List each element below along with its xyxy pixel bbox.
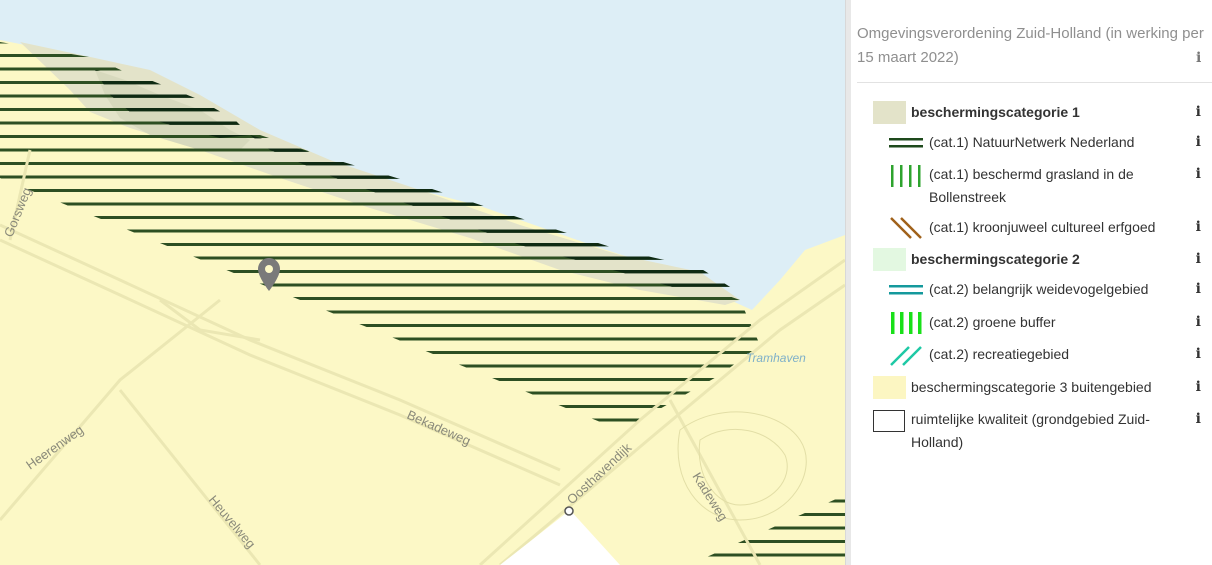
legend-item-label: beschermingscategorie 1 xyxy=(911,104,1080,120)
road-label-gorsweg: Gorsweg xyxy=(1,185,34,239)
horizontal-lines-icon xyxy=(889,138,923,148)
road-label-heerenweg: Heerenweg xyxy=(23,422,86,472)
info-icon[interactable]: i xyxy=(1196,311,1201,334)
legend-item-label: (cat.1) NatuurNetwerk Nederland xyxy=(929,134,1135,150)
info-icon[interactable]: i xyxy=(1196,163,1201,186)
legend-item-label: (cat.2) groene buffer xyxy=(929,314,1056,330)
map-node-marker xyxy=(564,506,574,516)
fill-swatch-icon xyxy=(873,376,906,399)
road-label-heuvelweg: Heuvelweg xyxy=(206,492,259,551)
legend-title-text: Omgevingsverordening Zuid-Holland (in we… xyxy=(857,25,1204,66)
legend-item-weidevogel: (cat.2) belangrijk weidevogelgebied i xyxy=(851,278,1212,302)
map-view[interactable]: Gorsweg Heerenweg Bekadeweg Heuvelweg Oo… xyxy=(0,0,845,565)
legend-item-label: ruimtelijke kwaliteit (grondgebied Zuid-… xyxy=(911,411,1150,450)
nnn-hatch-bottom xyxy=(690,495,845,565)
built-area xyxy=(500,510,620,565)
road-label-oosthavendijk: Oosthavendijk xyxy=(564,440,635,507)
diagonal-lines-icon xyxy=(890,217,922,239)
info-icon[interactable]: i xyxy=(1196,278,1201,301)
info-icon[interactable]: i xyxy=(1196,376,1201,399)
legend-item-recreatie: (cat.2) recreatiegebied i xyxy=(851,343,1212,367)
fill-swatch-icon xyxy=(873,248,906,271)
vertical-lines-icon xyxy=(891,165,921,187)
legend-item-label: (cat.1) beschermd grasland in de Bollens… xyxy=(929,166,1134,205)
legend-item-cat2: beschermingscategorie 2 i xyxy=(851,248,1212,272)
legend-title: Omgevingsverordening Zuid-Holland (in we… xyxy=(857,22,1212,70)
map-canvas[interactable]: Gorsweg Heerenweg Bekadeweg Heuvelweg Oo… xyxy=(0,0,845,565)
legend-panel: Omgevingsverordening Zuid-Holland (in we… xyxy=(851,0,1212,565)
info-icon[interactable]: i xyxy=(1196,131,1201,154)
legend-item-cat3: beschermingscategorie 3 buitengebied i xyxy=(851,376,1212,400)
horizontal-lines-icon xyxy=(889,285,923,295)
road-label-kadeweg: Kadeweg xyxy=(689,470,730,524)
info-icon[interactable]: i xyxy=(1196,248,1201,271)
info-icon[interactable]: i xyxy=(1196,216,1201,239)
info-icon[interactable]: i xyxy=(1196,101,1201,124)
legend-item-ruimtelijke-kwaliteit: ruimtelijke kwaliteit (grondgebied Zuid-… xyxy=(851,408,1212,454)
legend-item-groene-buffer: (cat.2) groene buffer i xyxy=(851,311,1212,335)
legend-item-kroonjuweel: (cat.1) kroonjuweel cultureel erfgoed i xyxy=(851,216,1212,240)
legend-item-cat1: beschermingscategorie 1 i xyxy=(851,101,1212,125)
info-icon[interactable]: i xyxy=(1196,343,1201,366)
outline-swatch-icon xyxy=(873,410,905,432)
info-icon[interactable]: i xyxy=(1196,408,1201,431)
legend-item-label: beschermingscategorie 2 xyxy=(911,251,1080,267)
minor-roads xyxy=(677,411,807,521)
legend-header: Omgevingsverordening Zuid-Holland (in we… xyxy=(857,22,1212,83)
legend-item-nnn: (cat.1) NatuurNetwerk Nederland i xyxy=(851,131,1212,155)
vertical-lines-icon xyxy=(891,312,922,334)
diagonal-lines-icon xyxy=(890,346,922,366)
legend-item-label: beschermingscategorie 3 buitengebied xyxy=(911,379,1152,395)
water-label-tramhaven: Tramhaven xyxy=(746,351,806,365)
legend-item-label: (cat.2) recreatiegebied xyxy=(929,346,1070,362)
info-icon[interactable]: i xyxy=(1196,50,1201,66)
legend-item-grasland: (cat.1) beschermd grasland in de Bollens… xyxy=(851,163,1212,209)
legend-item-label: (cat.2) belangrijk weidevogelgebied xyxy=(929,281,1149,297)
legend-item-label: (cat.1) kroonjuweel cultureel erfgoed xyxy=(929,219,1156,235)
fill-swatch-icon xyxy=(873,101,906,124)
